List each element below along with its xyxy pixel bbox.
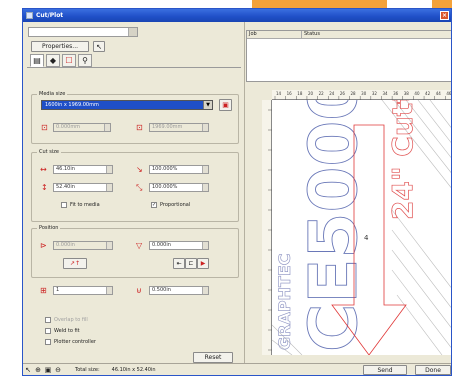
copies-field[interactable]: 1 (53, 286, 113, 295)
ruler-tick-label: 24 (329, 91, 335, 96)
position-y-icon: ▽ (136, 241, 143, 250)
position-group: Position (31, 225, 239, 278)
cut-height-field[interactable]: 52.40in (53, 183, 113, 192)
tab-divider (27, 67, 241, 68)
preview-panel: Job Status 14 16 18 20 22 24 26 28 30 32 34 36 38 40 4… (246, 22, 452, 365)
window-title: Cut/Plot (36, 12, 64, 19)
ruler-tick-label: 16 (287, 91, 293, 96)
media-detect-icon: ▣ (222, 101, 229, 109)
media-right-field[interactable]: 1969.00mm (149, 123, 209, 132)
ruler-tick-label: 14 (276, 91, 282, 96)
zoom-in-icon[interactable]: ⊕ (33, 365, 43, 375)
ruler-tick-label: 46 (446, 91, 452, 96)
area-frame-icon: ☐ (65, 56, 73, 65)
ruler-tick-label: 26 (340, 91, 346, 96)
ruler-tick-label: 36 (393, 91, 399, 96)
done-button[interactable]: Done (415, 365, 451, 375)
design-preview: GRAPHTEC CE5000 24" Cutt 4 (272, 100, 451, 355)
help-cursor-icon[interactable]: ↖ (93, 41, 105, 52)
zoom-fit-icon[interactable]: ▣ (43, 365, 53, 375)
fit-to-media-checkbox[interactable]: Fit to media (61, 202, 100, 208)
close-button[interactable]: × (440, 11, 449, 20)
media-roll-icon: ▤ (33, 56, 41, 65)
scale-y-icon: ⤡ (136, 183, 143, 192)
align-left-button[interactable]: ⇤ (173, 258, 185, 269)
height-arrow-icon: ↕ (41, 183, 48, 192)
media-left-icon: ⊡ (41, 123, 48, 132)
vertical-ruler (262, 100, 272, 355)
send-button[interactable]: Send (363, 365, 407, 375)
position-label: Position (37, 225, 61, 231)
job-table: Job Status (246, 30, 451, 82)
cut-width-field[interactable]: 46.10in (53, 165, 113, 174)
width-arrow-icon: ↔ (40, 165, 47, 174)
scale-x-field[interactable]: 100.000% (149, 165, 209, 174)
position-y-field[interactable]: 0.000in (149, 241, 209, 250)
ruler-tick-label: 40 (414, 91, 420, 96)
mid-marker-text: 4 (364, 234, 369, 242)
vertical-ruler-ticks (268, 109, 272, 351)
total-size-value: 46.10in x 52.40in (111, 366, 156, 373)
media-right-icon: ⊡ (136, 123, 143, 132)
copy-spacing-icon: ⊍ (136, 286, 142, 295)
align-center-button[interactable]: ⊏ (185, 258, 197, 269)
copy-spacing-field[interactable]: 0.500in (149, 286, 209, 295)
ruler-tick-label: 38 (404, 91, 410, 96)
model-outline-text: CE5000 (295, 100, 372, 352)
ruler-tick-label: 42 (425, 91, 431, 96)
scale-x-icon: ↘ (136, 165, 143, 174)
tab-area[interactable]: ☐ (62, 54, 76, 67)
brand-outline-text: GRAPHTEC (275, 253, 294, 350)
copies-icon: ⊞ (40, 286, 47, 295)
media-left-field[interactable]: 0.000mm (53, 123, 111, 132)
ruler-tick-label: 34 (382, 91, 388, 96)
app-window: Cut/Plot × Properties... ↖ ▤ ◆ ☐ ⚲ Media… (22, 8, 452, 376)
scale-y-field[interactable]: 100.000% (149, 183, 209, 192)
tab-media[interactable]: ▤ (30, 54, 44, 67)
position-x-icon: ⊳ (40, 241, 47, 250)
media-size-select[interactable]: 1600in x 1969.00mm ▼ (41, 100, 213, 110)
ruler-tick-label: 30 (361, 91, 367, 96)
media-size-value: 1600in x 1969.00mm (45, 102, 99, 108)
tab-tools[interactable]: ⚲ (78, 54, 92, 67)
media-detect-button[interactable]: ▣ (219, 99, 232, 111)
job-table-header: Job Status (247, 31, 451, 39)
ruler-tick-label: 22 (319, 91, 325, 96)
cut-size-label: Cut size (37, 149, 61, 155)
column-job[interactable]: Job (247, 31, 302, 38)
cut-preview-canvas[interactable]: GRAPHTEC CE5000 24" Cutt 4 (272, 100, 451, 355)
settings-panel: Properties... ↖ ▤ ◆ ☐ ⚲ Media size 1600i… (23, 22, 245, 365)
tab-blade[interactable]: ◆ (46, 54, 60, 67)
chevron-down-icon[interactable] (128, 28, 137, 36)
position-x-field[interactable]: 0.000in (53, 241, 113, 250)
ruler-ticks: 14 16 18 20 22 24 26 28 30 32 34 36 38 40 42 44 46 (274, 91, 452, 100)
column-status[interactable]: Status (302, 31, 451, 38)
plotter-controller-checkbox[interactable]: Plotter controller (45, 339, 96, 345)
total-size-label: Total size: (75, 366, 100, 373)
ruler-tick-label: 44 (436, 91, 442, 96)
media-size-label: Media size (37, 91, 68, 97)
weld-checkbox[interactable]: Weld to fit (45, 328, 80, 334)
reset-button[interactable]: Reset (193, 352, 233, 363)
status-bar: ↖ ⊕ ▣ ⊖ Total size: 46.10in x 52.40in Se… (23, 363, 451, 375)
overlap-checkbox[interactable]: Overlap to fill (45, 317, 88, 323)
device-select[interactable] (28, 27, 138, 37)
zoom-out-icon[interactable]: ⊖ (53, 365, 63, 375)
proportional-checkbox[interactable]: ✓ Proportional (151, 202, 190, 208)
chevron-down-icon[interactable]: ▼ (203, 101, 212, 109)
tool-icon: ⚲ (82, 56, 88, 65)
tagline-outline-text: 24" Cutt (386, 100, 419, 220)
move-origin-button[interactable]: ↗↑ (63, 258, 87, 269)
ruler-tick-label: 28 (351, 91, 357, 96)
horizontal-ruler: 14 16 18 20 22 24 26 28 30 32 34 36 38 40 42 44 46 (272, 90, 452, 100)
ruler-tick-label: 18 (297, 91, 303, 96)
app-icon (26, 12, 33, 19)
align-right-button[interactable]: ▶ (197, 258, 209, 269)
title-bar: Cut/Plot × (23, 9, 451, 22)
ruler-tick-label: 32 (372, 91, 378, 96)
pointer-tool-icon[interactable]: ↖ (23, 365, 33, 375)
ruler-tick-label: 20 (308, 91, 314, 96)
properties-button[interactable]: Properties... (31, 41, 89, 52)
blade-icon: ◆ (49, 56, 57, 65)
